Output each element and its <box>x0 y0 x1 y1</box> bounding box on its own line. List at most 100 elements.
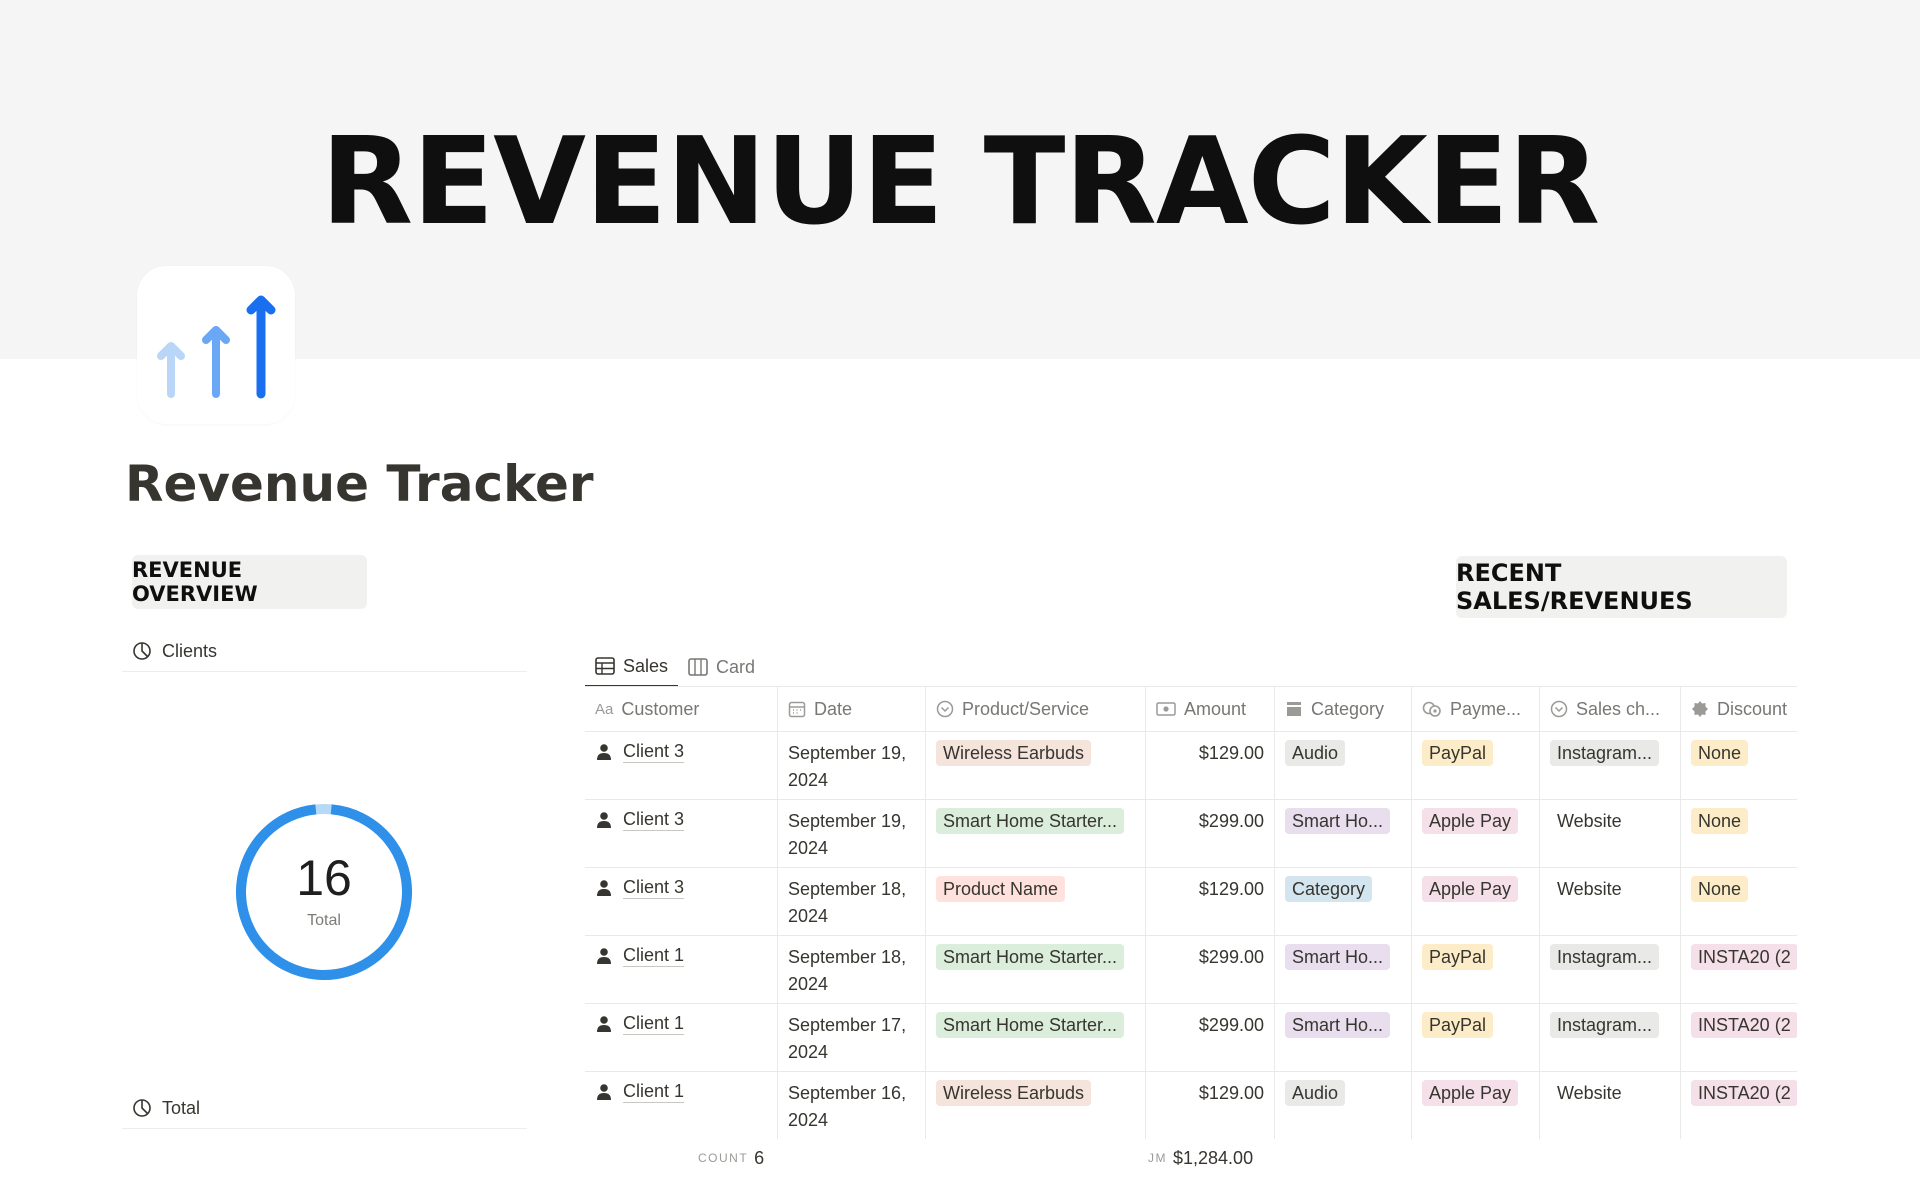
product-tag: Product Name <box>936 876 1066 902</box>
discount-cell[interactable]: INSTA20 (2 <box>1681 1072 1797 1139</box>
date-cell[interactable]: September 18, 2024 <box>778 936 926 1003</box>
sales-channel-cell[interactable]: Website <box>1540 1072 1681 1139</box>
table-row[interactable]: Client 3 September 18, 2024 Product Name $1… <box>585 868 1797 936</box>
category-cell[interactable]: Smart Ho... <box>1275 936 1412 1003</box>
sum-summary[interactable]: JM $1,284.00 <box>1148 1140 1253 1176</box>
payment-cell[interactable]: PayPal <box>1412 1004 1540 1071</box>
customer-link[interactable]: Client 1 <box>623 944 685 967</box>
discount-cell[interactable]: None <box>1681 800 1797 867</box>
category-cell[interactable]: Audio <box>1275 732 1412 799</box>
customer-link[interactable]: Client 3 <box>623 876 685 899</box>
table-row[interactable]: Client 1 September 16, 2024 Wireless Earbu… <box>585 1072 1797 1139</box>
tab-sales-label: Sales <box>623 655 669 676</box>
product-cell[interactable]: Smart Home Starter... <box>926 800 1146 867</box>
column-header-discount[interactable]: Discount <box>1681 687 1797 731</box>
payment-cell[interactable]: Apple Pay <box>1412 868 1540 935</box>
amount-cell[interactable]: $299.00 <box>1146 1004 1275 1071</box>
column-header-product[interactable]: Product/Service <box>926 687 1146 731</box>
category-icon <box>1287 702 1301 716</box>
discount-tag: INSTA20 (2 <box>1691 944 1797 970</box>
discount-cell[interactable]: None <box>1681 732 1797 799</box>
category-cell[interactable]: Audio <box>1275 1072 1412 1139</box>
table-row[interactable]: Client 3 September 19, 2024 Wireless Earbu… <box>585 732 1797 800</box>
discount-cell[interactable]: INSTA20 (2 <box>1681 936 1797 1003</box>
money-icon <box>1156 702 1176 716</box>
amount-cell[interactable]: $129.00 <box>1146 1072 1275 1139</box>
customer-cell[interactable]: Client 1 <box>585 1004 778 1071</box>
cover-title: REVENUE TRACKER <box>320 113 1600 252</box>
column-header-amount[interactable]: Amount <box>1146 687 1275 731</box>
payment-tag: PayPal <box>1422 1012 1494 1038</box>
date-cell[interactable]: September 19, 2024 <box>778 732 926 799</box>
column-header-customer[interactable]: Aa Customer <box>585 687 778 731</box>
date-cell[interactable]: September 17, 2024 <box>778 1004 926 1071</box>
customer-cell[interactable]: Client 3 <box>585 868 778 935</box>
tab-card[interactable]: Card <box>678 647 765 687</box>
customer-link[interactable]: Client 1 <box>623 1012 685 1035</box>
clients-label: Clients <box>162 640 218 661</box>
category-cell[interactable]: Smart Ho... <box>1275 800 1412 867</box>
product-cell[interactable]: Product Name <box>926 868 1146 935</box>
customer-cell[interactable]: Client 3 <box>585 800 778 867</box>
discount-cell[interactable]: None <box>1681 868 1797 935</box>
table-row[interactable]: Client 1 September 17, 2024 Smart Home Sta… <box>585 1004 1797 1072</box>
person-icon <box>595 947 613 965</box>
product-cell[interactable]: Wireless Earbuds <box>926 732 1146 799</box>
category-cell[interactable]: Category <box>1275 868 1412 935</box>
discount-cell[interactable]: INSTA20 (2 <box>1681 1004 1797 1071</box>
customer-link[interactable]: Client 1 <box>623 1080 685 1103</box>
amount-cell[interactable]: $299.00 <box>1146 936 1275 1003</box>
payment-cell[interactable]: Apple Pay <box>1412 800 1540 867</box>
payment-tag: Apple Pay <box>1422 876 1519 902</box>
view-tabs: Sales Card <box>585 647 765 687</box>
sales-channel-cell[interactable]: Instagram... <box>1540 1004 1681 1071</box>
amount-cell[interactable]: $129.00 <box>1146 732 1275 799</box>
donut-caption: Total <box>307 912 341 929</box>
date-cell[interactable]: September 19, 2024 <box>778 800 926 867</box>
clients-chart-header[interactable]: Clients <box>122 631 527 672</box>
customer-cell[interactable]: Client 1 <box>585 936 778 1003</box>
sales-channel-cell[interactable]: Website <box>1540 868 1681 935</box>
customer-cell[interactable]: Client 3 <box>585 732 778 799</box>
category-cell[interactable]: Smart Ho... <box>1275 1004 1412 1071</box>
payment-cell[interactable]: Apple Pay <box>1412 1072 1540 1139</box>
column-header-sales-channel[interactable]: Sales ch... <box>1540 687 1681 731</box>
column-header-date[interactable]: Date <box>778 687 926 731</box>
sum-value: $1,284.00 <box>1173 1147 1254 1168</box>
table-row[interactable]: Client 3 September 19, 2024 Smart Home Sta… <box>585 800 1797 868</box>
clients-donut-chart[interactable]: 16 Total <box>232 800 416 984</box>
tab-sales[interactable]: Sales <box>585 647 679 687</box>
product-tag: Smart Home Starter... <box>936 1012 1125 1038</box>
product-cell[interactable]: Smart Home Starter... <box>926 936 1146 1003</box>
column-header-payment[interactable]: Payme... <box>1412 687 1540 731</box>
customer-cell[interactable]: Client 1 <box>585 1072 778 1139</box>
payment-tag: PayPal <box>1422 740 1494 766</box>
table-row[interactable]: Client 1 September 18, 2024 Smart Home Sta… <box>585 936 1797 1004</box>
discount-tag: INSTA20 (2 <box>1691 1012 1797 1038</box>
table-icon <box>595 657 615 675</box>
customer-link[interactable]: Client 3 <box>623 808 685 831</box>
payment-cell[interactable]: PayPal <box>1412 732 1540 799</box>
count-summary[interactable]: COUNT 6 <box>698 1140 764 1176</box>
date-cell[interactable]: September 18, 2024 <box>778 868 926 935</box>
relation-icon <box>936 700 954 718</box>
date-cell[interactable]: September 16, 2024 <box>778 1072 926 1139</box>
category-tag: Category <box>1285 876 1373 902</box>
discount-tag: INSTA20 (2 <box>1691 1080 1797 1106</box>
rising-arrows-icon[interactable] <box>137 266 295 424</box>
column-header-category[interactable]: Category <box>1275 687 1412 731</box>
customer-link[interactable]: Client 3 <box>623 740 685 763</box>
product-cell[interactable]: Smart Home Starter... <box>926 1004 1146 1071</box>
category-tag: Smart Ho... <box>1285 944 1391 970</box>
total-chart-header[interactable]: Total <box>122 1088 527 1129</box>
amount-cell[interactable]: $129.00 <box>1146 868 1275 935</box>
sales-channel-cell[interactable]: Instagram... <box>1540 732 1681 799</box>
sales-channel-cell[interactable]: Instagram... <box>1540 936 1681 1003</box>
payment-cell[interactable]: PayPal <box>1412 936 1540 1003</box>
column-label: Category <box>1311 698 1385 719</box>
table-body: Client 3 September 19, 2024 Wireless Earbu… <box>585 732 1797 1139</box>
sales-channel-cell[interactable]: Website <box>1540 800 1681 867</box>
amount-cell[interactable]: $299.00 <box>1146 800 1275 867</box>
payment-tag: PayPal <box>1422 944 1494 970</box>
product-cell[interactable]: Wireless Earbuds <box>926 1072 1146 1139</box>
